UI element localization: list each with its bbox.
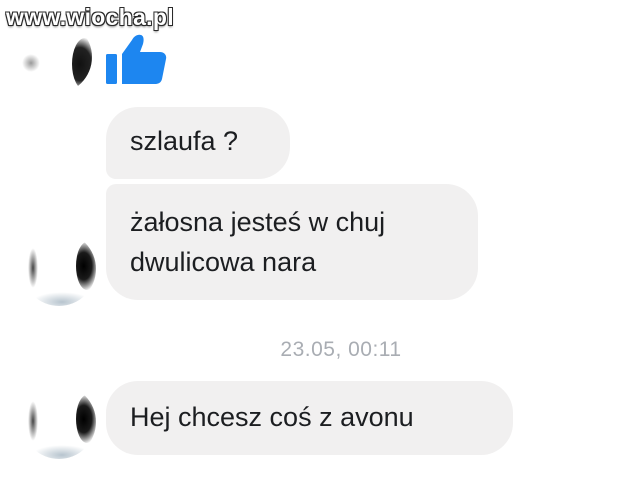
sender-avatar[interactable] xyxy=(22,385,96,459)
message-text: dwulicowa nara xyxy=(130,247,317,277)
avatar-shadow xyxy=(32,292,92,306)
message-text: żałosna jesteś w chuj xyxy=(130,207,386,237)
message-bubble[interactable]: żałosna jesteś w chuj dwulicowa nara xyxy=(106,184,478,300)
sender-avatar[interactable] xyxy=(18,20,92,94)
avatar-shadow xyxy=(22,54,40,72)
sender-avatar[interactable] xyxy=(22,232,96,306)
avatar-shadow xyxy=(76,242,96,290)
thumbs-up-icon xyxy=(106,34,167,84)
message-bubble[interactable]: szlaufa ? xyxy=(106,107,290,179)
conversation-timestamp: 23.05, 00:11 xyxy=(280,338,402,361)
message-bubble[interactable]: Hej chcesz coś z avonu xyxy=(106,381,513,455)
avatar-shadow xyxy=(28,401,38,441)
message-text: Hej chcesz coś z avonu xyxy=(130,402,414,432)
avatar-shadow xyxy=(28,248,38,288)
watermark: www.wiocha.pl xyxy=(6,4,174,30)
avatar-shadow xyxy=(76,395,96,443)
avatar-shadow xyxy=(32,445,92,459)
avatar-shadow xyxy=(72,38,92,90)
message-text: szlaufa ? xyxy=(130,126,239,156)
